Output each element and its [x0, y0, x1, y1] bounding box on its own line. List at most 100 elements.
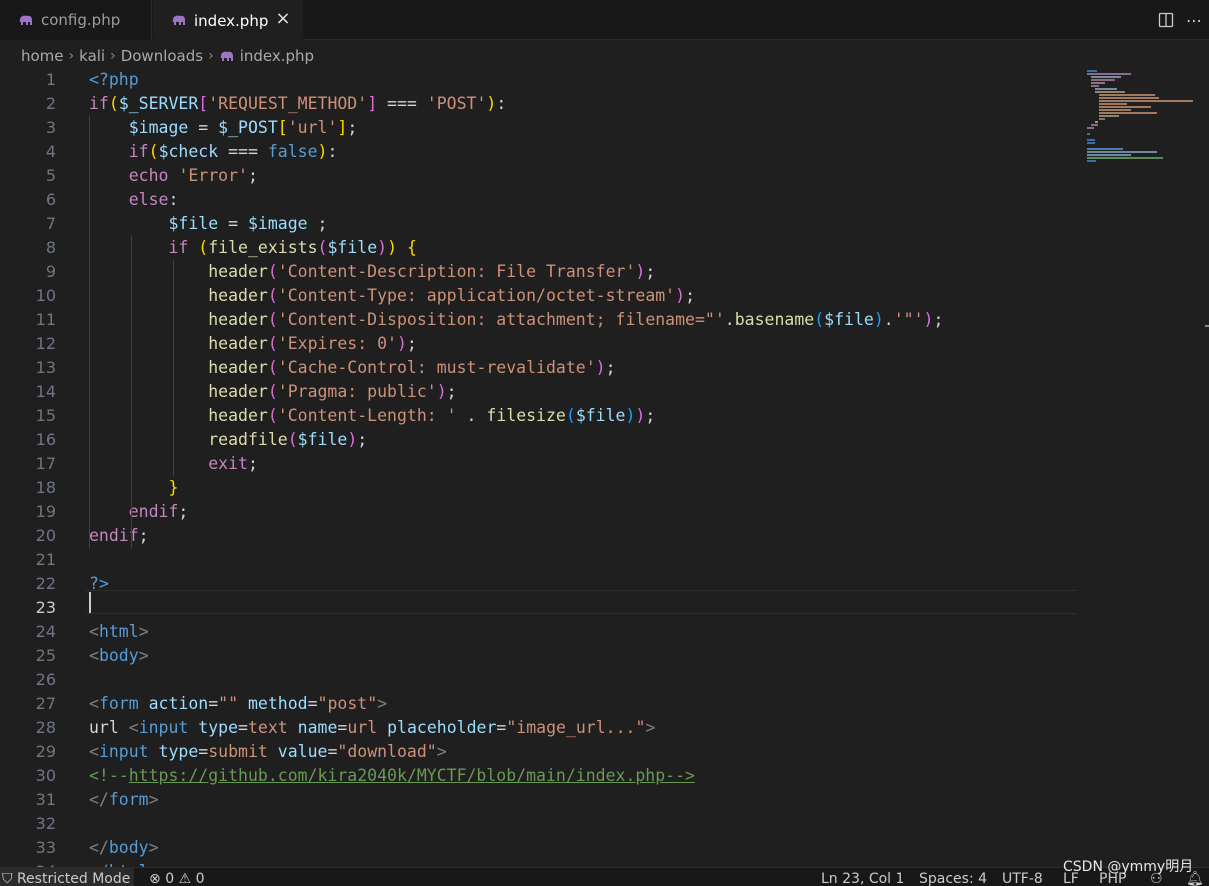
code-token: =: [188, 118, 219, 137]
code-token: :: [168, 190, 179, 209]
line-number: 32: [35, 814, 56, 833]
tab-config-php[interactable]: config.php: [0, 0, 152, 40]
code-token: (: [148, 142, 159, 161]
more-actions-icon[interactable]: ⋯: [1181, 7, 1207, 33]
tab-label: config.php: [41, 11, 121, 29]
code-token: "post": [317, 694, 378, 713]
code-text: else:: [89, 188, 179, 212]
code-token: (: [267, 382, 278, 401]
code-token: =: [198, 742, 209, 761]
indent-guide: [89, 116, 90, 548]
code-token: ): [396, 334, 407, 353]
code-editor[interactable]: 1 <?php 2 if($_SERVER['REQUEST_METHOD'] ===…: [0, 68, 1209, 867]
indent-guide: [173, 260, 174, 476]
code-token: {: [406, 238, 417, 257]
code-token: (: [267, 358, 278, 377]
line-number: 11: [35, 310, 56, 329]
restricted-mode-indicator[interactable]: ⛉ Restricted Mode: [0, 868, 134, 886]
code-token: (: [565, 406, 576, 425]
code-token: ): [436, 382, 447, 401]
code-line: 16 readfile($file);: [0, 428, 1209, 452]
code-text: </html>: [89, 860, 159, 867]
code-token: ;: [645, 406, 656, 425]
code-token: (: [267, 406, 278, 425]
code-token: $file: [327, 238, 378, 257]
code-token: header: [208, 262, 268, 281]
code-token: >: [148, 838, 159, 857]
code-token: if: [128, 142, 149, 161]
code-token: form: [98, 694, 139, 713]
restricted-mode-label: Restricted Mode: [16, 871, 131, 886]
split-editor-icon[interactable]: [1153, 7, 1179, 33]
watermark: CSDN @ymmy明月: [1063, 859, 1194, 875]
line-number: 3: [45, 118, 56, 137]
code-token: </: [89, 838, 109, 857]
code-token: <: [128, 718, 139, 737]
code-line: 8 if (file_exists($file)) {: [0, 236, 1209, 260]
code-token: ): [923, 310, 934, 329]
code-text: if($_SERVER['REQUEST_METHOD'] === 'POST'…: [89, 92, 506, 116]
code-text: }: [89, 476, 178, 500]
breadcrumb-item-file[interactable]: index.php: [240, 47, 314, 65]
code-line: 32: [0, 812, 1209, 836]
code-text: header('Expires: 0');: [89, 332, 417, 356]
code-token: <: [89, 622, 99, 641]
code-text: <html>: [89, 620, 149, 644]
code-token: value: [277, 742, 328, 761]
line-number: 28: [35, 718, 56, 737]
code-token: 'Error': [178, 166, 248, 185]
close-icon[interactable]: ×: [273, 9, 293, 29]
tab-index-php[interactable]: index.php ×: [153, 0, 303, 41]
line-number: 34: [0, 860, 56, 867]
code-token: >: [138, 622, 149, 641]
code-token: type: [158, 742, 199, 761]
code-token: 'Cache-Control: must-revalidate': [277, 358, 596, 377]
code-text: <input type=submit value="download">: [89, 740, 447, 764]
encoding-setting[interactable]: UTF-8: [1002, 868, 1043, 886]
code-token: text: [247, 718, 288, 737]
code-line: 11 header('Content-Disposition: attachme…: [0, 308, 1209, 332]
code-line: 15 header('Content-Length: ' . filesize(…: [0, 404, 1209, 428]
code-text: ?>: [89, 572, 109, 596]
code-token: $image: [247, 214, 308, 233]
code-token: header: [208, 358, 268, 377]
code-token: ): [377, 238, 388, 257]
code-token: (: [267, 262, 278, 281]
code-token: 'REQUEST_METHOD': [208, 94, 368, 113]
problems-indicator[interactable]: ⊗ 0 ⚠ 0: [149, 868, 205, 886]
code-token: <: [89, 694, 99, 713]
breadcrumb-item-kali[interactable]: kali: [79, 47, 105, 65]
line-number: 23: [35, 598, 56, 617]
breadcrumb-item-home[interactable]: home: [21, 47, 64, 65]
code-token: [: [198, 94, 209, 113]
cursor-position[interactable]: Ln 23, Col 1: [821, 868, 904, 886]
code-token: basename: [734, 310, 815, 329]
code-line: 33 </body>: [0, 836, 1209, 860]
indentation-setting[interactable]: Spaces: 4: [919, 868, 987, 886]
code-token: ;: [138, 526, 149, 545]
code-token: =: [218, 214, 248, 233]
code-token: 'Pragma: public': [277, 382, 437, 401]
code-line: 17 exit;: [0, 452, 1209, 476]
code-token: ;: [406, 334, 417, 353]
minimap[interactable]: [1085, 68, 1200, 168]
code-line: 13 header('Cache-Control: must-revalidat…: [0, 356, 1209, 380]
code-token: header: [208, 334, 268, 353]
error-count: 0: [165, 871, 175, 886]
line-number: 6: [45, 190, 56, 209]
code-token: name: [297, 718, 338, 737]
code-line: 22 ?>: [0, 572, 1209, 596]
shield-icon: ⛉: [2, 871, 13, 886]
tab-label: index.php: [194, 11, 269, 30]
line-number: 16: [35, 430, 56, 449]
breadcrumb-item-downloads[interactable]: Downloads: [121, 47, 203, 65]
